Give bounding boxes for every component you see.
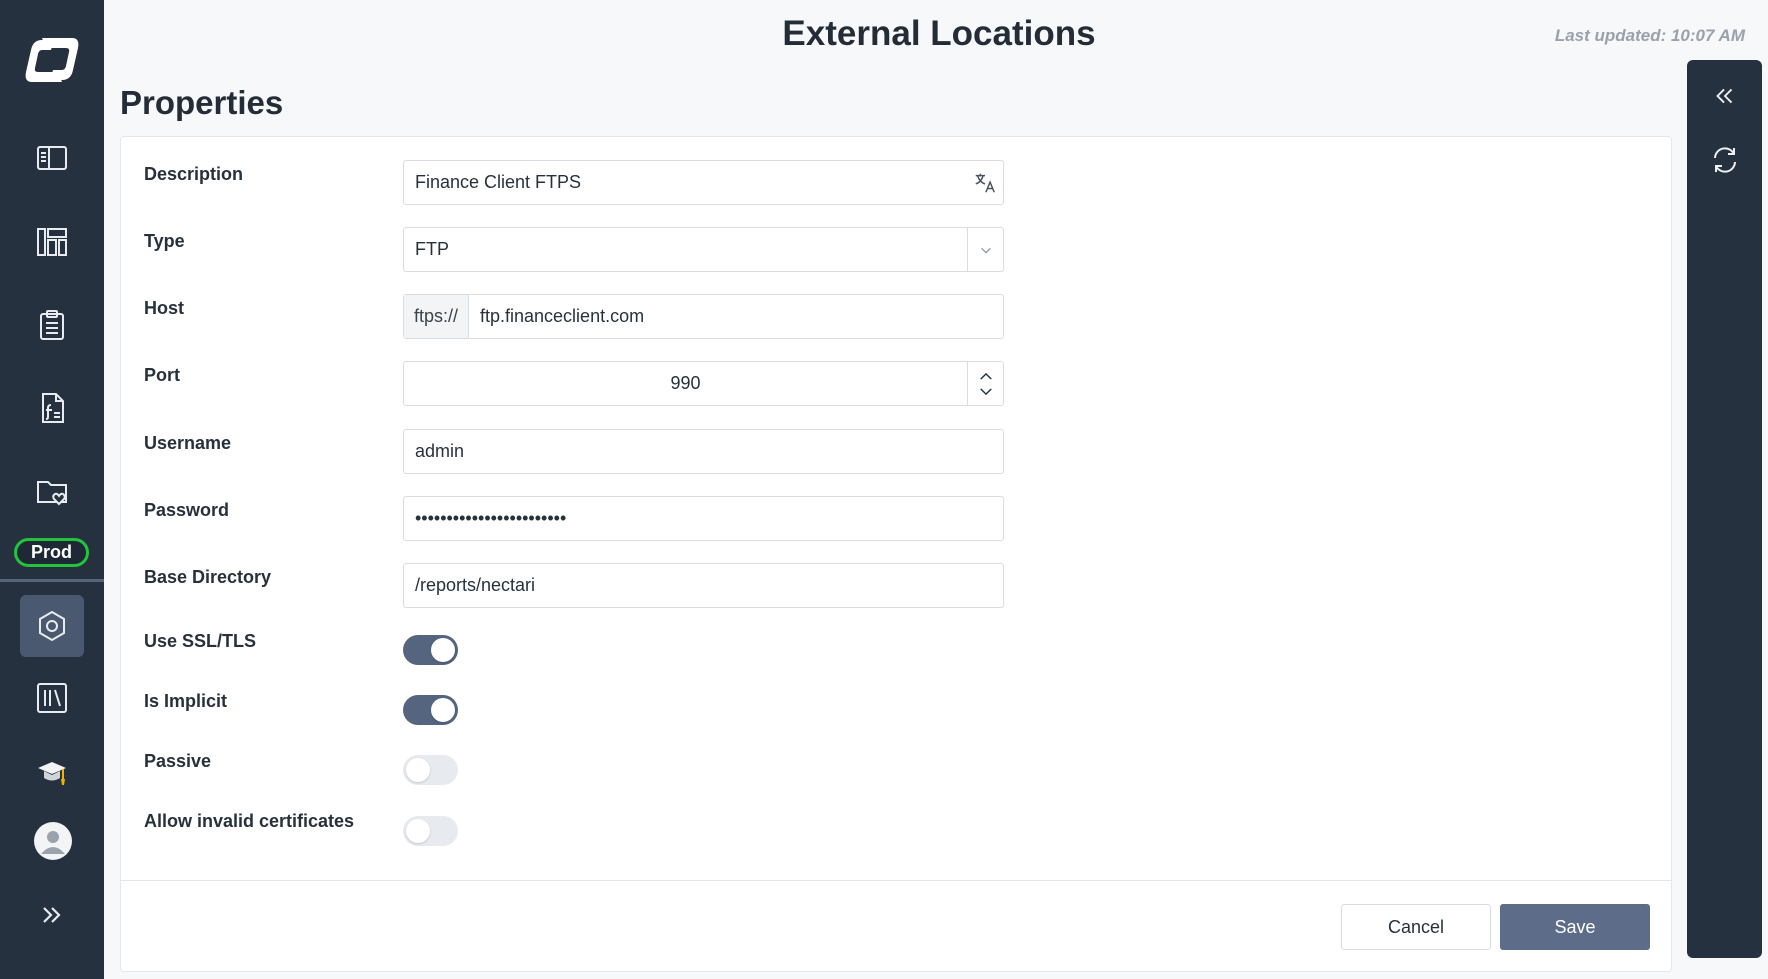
is-implicit-label: Is Implicit bbox=[144, 691, 228, 711]
dashboard-icon[interactable] bbox=[22, 212, 82, 272]
password-field[interactable]: •••••••••••••••••••••••• bbox=[403, 496, 1004, 541]
username-value: admin bbox=[415, 441, 465, 461]
port-value: 990 bbox=[670, 373, 701, 393]
base-directory-label: Base Directory bbox=[144, 567, 272, 587]
library-icon[interactable] bbox=[22, 668, 82, 728]
base-directory-value: /reports/nectari bbox=[415, 575, 536, 595]
allow-invalid-certs-toggle[interactable] bbox=[403, 816, 458, 846]
hexagon-settings-icon[interactable] bbox=[20, 595, 84, 657]
port-stepper-controls bbox=[967, 362, 1003, 405]
clipboard-icon[interactable] bbox=[22, 295, 82, 355]
toggle-knob bbox=[406, 819, 430, 843]
toggle-knob bbox=[431, 698, 455, 722]
toggle-knob bbox=[406, 758, 430, 782]
type-select[interactable]: FTP bbox=[403, 227, 1004, 272]
section-title: Properties bbox=[120, 84, 284, 121]
translate-icon[interactable] bbox=[967, 161, 1003, 204]
book-open-icon[interactable] bbox=[22, 128, 82, 188]
refresh-icon[interactable] bbox=[1707, 142, 1743, 178]
use-ssl-toggle[interactable] bbox=[403, 635, 458, 665]
host-label: Host bbox=[144, 298, 184, 318]
chevron-down-icon[interactable] bbox=[979, 387, 993, 396]
environment-badge: Prod bbox=[14, 538, 89, 567]
host-value: ftp.financeclient.com bbox=[480, 306, 645, 326]
base-directory-field[interactable]: /reports/nectari bbox=[403, 563, 1004, 608]
description-field[interactable]: Finance Client FTPS bbox=[403, 160, 1004, 205]
description-value: Finance Client FTPS bbox=[415, 172, 582, 192]
host-prefix: ftps:// bbox=[404, 295, 469, 338]
app-logo-icon[interactable] bbox=[20, 30, 84, 90]
toggle-knob bbox=[431, 638, 455, 662]
port-stepper[interactable]: 990 bbox=[403, 361, 1004, 406]
host-field[interactable]: ftps:// ftp.financeclient.com bbox=[403, 294, 1004, 339]
file-function-icon[interactable] bbox=[22, 378, 82, 438]
passive-label: Passive bbox=[144, 751, 212, 771]
username-field[interactable]: admin bbox=[403, 429, 1004, 474]
type-label: Type bbox=[144, 231, 185, 251]
password-label: Password bbox=[144, 500, 230, 520]
graduation-cap-icon[interactable] bbox=[22, 742, 82, 802]
footer-divider bbox=[121, 880, 1671, 881]
folder-heart-icon[interactable] bbox=[22, 461, 82, 521]
nav-divider bbox=[0, 579, 104, 582]
username-label: Username bbox=[144, 433, 232, 453]
chevron-down-icon[interactable] bbox=[967, 228, 1003, 271]
port-label: Port bbox=[144, 365, 180, 385]
type-value: FTP bbox=[415, 239, 449, 259]
chevrons-left-icon[interactable] bbox=[1707, 78, 1743, 114]
page-title: External Locations bbox=[782, 14, 1096, 53]
right-rail bbox=[1687, 60, 1762, 958]
is-implicit-toggle[interactable] bbox=[403, 695, 458, 725]
avatar[interactable] bbox=[34, 822, 72, 860]
description-label: Description bbox=[144, 164, 244, 184]
chevrons-right-icon[interactable] bbox=[22, 885, 82, 945]
password-value: •••••••••••••••••••••••• bbox=[415, 508, 567, 528]
properties-panel: Description Finance Client FTPS Type FTP… bbox=[120, 136, 1672, 972]
chevron-up-icon[interactable] bbox=[979, 372, 993, 381]
allow-invalid-certs-label: Allow invalid certificates bbox=[144, 811, 355, 831]
passive-toggle[interactable] bbox=[403, 755, 458, 785]
last-updated-text: Last updated: 10:07 AM bbox=[1554, 26, 1745, 45]
use-ssl-label: Use SSL/TLS bbox=[144, 631, 257, 651]
cancel-button[interactable]: Cancel bbox=[1341, 904, 1491, 950]
save-button[interactable]: Save bbox=[1500, 904, 1650, 950]
left-navigation: Prod bbox=[0, 0, 104, 979]
